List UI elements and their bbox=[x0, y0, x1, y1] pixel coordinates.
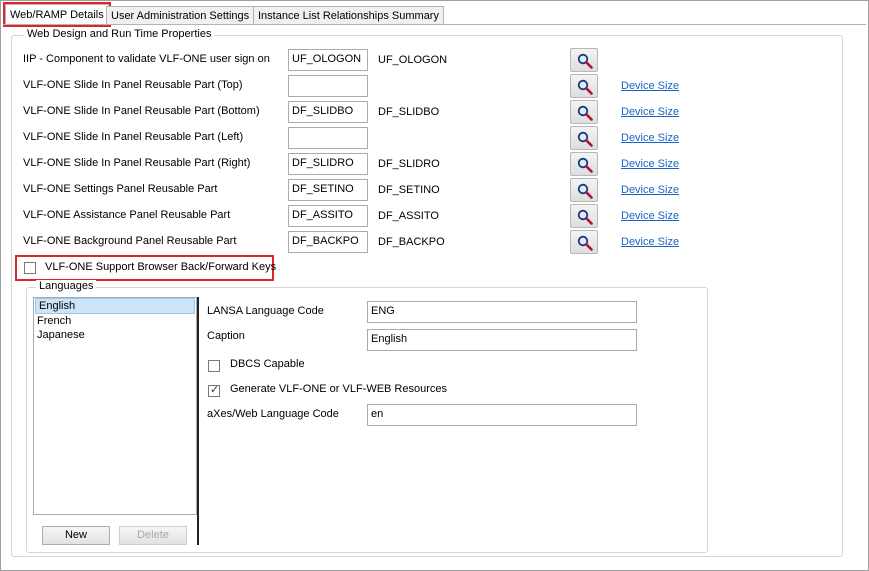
property-label: VLF-ONE Slide In Panel Reusable Part (Ri… bbox=[23, 157, 251, 169]
property-label: VLF-ONE Slide In Panel Reusable Part (Bo… bbox=[23, 105, 260, 117]
device-size-link[interactable]: Device Size bbox=[621, 132, 679, 144]
language-item-english[interactable]: English bbox=[35, 298, 195, 314]
device-size-link[interactable]: Device Size bbox=[621, 106, 679, 118]
lookup-button[interactable] bbox=[570, 230, 598, 254]
property-label: VLF-ONE Assistance Panel Reusable Part bbox=[23, 209, 231, 221]
generate-resources-checkbox[interactable] bbox=[208, 383, 220, 397]
device-size-link[interactable]: Device Size bbox=[621, 80, 679, 92]
lookup-button[interactable] bbox=[570, 204, 598, 228]
property-field[interactable]: UF_OLOGON bbox=[288, 49, 368, 71]
language-item-french[interactable]: French bbox=[34, 314, 196, 328]
window-frame: Web/RAMP Details User Administration Set… bbox=[0, 0, 869, 571]
device-size-link[interactable]: Device Size bbox=[621, 236, 679, 248]
languages-group-title: Languages bbox=[36, 280, 97, 292]
pane-splitter[interactable] bbox=[197, 297, 199, 545]
lookup-button[interactable] bbox=[570, 178, 598, 202]
language-item-japanese[interactable]: Japanese bbox=[34, 328, 196, 342]
tab-instance-list-relationships-summary[interactable]: Instance List Relationships Summary bbox=[253, 6, 444, 25]
lookup-button[interactable] bbox=[570, 48, 598, 72]
property-resolved-value: DF_SLIDBO bbox=[378, 106, 440, 118]
caption-label: Caption bbox=[207, 330, 245, 342]
browser-keys-label: VLF-ONE Support Browser Back/Forward Key… bbox=[45, 261, 277, 273]
tab-user-administration-settings[interactable]: User Administration Settings bbox=[106, 6, 255, 25]
property-field[interactable]: DF_ASSITO bbox=[288, 205, 368, 227]
device-size-link[interactable]: Device Size bbox=[621, 184, 679, 196]
property-field[interactable]: DF_BACKPO bbox=[288, 231, 368, 253]
caption-field[interactable]: English bbox=[367, 329, 637, 351]
browser-keys-checkbox[interactable] bbox=[24, 262, 36, 274]
languages-list[interactable]: English French Japanese bbox=[33, 297, 197, 515]
new-language-button[interactable]: New bbox=[42, 526, 110, 545]
property-resolved-value: DF_SLIDRO bbox=[378, 158, 440, 170]
device-size-link[interactable]: Device Size bbox=[621, 210, 679, 222]
property-field[interactable] bbox=[288, 75, 368, 97]
lookup-button[interactable] bbox=[570, 100, 598, 124]
web-design-group-title: Web Design and Run Time Properties bbox=[24, 28, 215, 40]
lookup-button[interactable] bbox=[570, 152, 598, 176]
device-size-link[interactable]: Device Size bbox=[621, 158, 679, 170]
lansa-code-field[interactable]: ENG bbox=[367, 301, 637, 323]
lansa-code-label: LANSA Language Code bbox=[207, 305, 324, 317]
dbcs-checkbox[interactable] bbox=[208, 360, 220, 372]
property-resolved-value: DF_SETINO bbox=[378, 184, 440, 196]
delete-language-button[interactable]: Delete bbox=[119, 526, 187, 545]
browser-keys-row[interactable]: VLF-ONE Support Browser Back/Forward Key… bbox=[15, 255, 276, 281]
property-label: VLF-ONE Slide In Panel Reusable Part (To… bbox=[23, 79, 243, 91]
property-label: VLF-ONE Settings Panel Reusable Part bbox=[23, 183, 218, 195]
axes-code-field[interactable]: en bbox=[367, 404, 637, 426]
property-field[interactable]: DF_SETINO bbox=[288, 179, 368, 201]
property-resolved-value: DF_BACKPO bbox=[378, 236, 445, 248]
property-field[interactable]: DF_SLIDRO bbox=[288, 153, 368, 175]
property-label: VLF-ONE Slide In Panel Reusable Part (Le… bbox=[23, 131, 244, 143]
lookup-button[interactable] bbox=[570, 126, 598, 150]
lookup-button[interactable] bbox=[570, 74, 598, 98]
generate-resources-label: Generate VLF-ONE or VLF-WEB Resources bbox=[230, 383, 448, 395]
dbcs-label: DBCS Capable bbox=[230, 358, 305, 370]
axes-code-label: aXes/Web Language Code bbox=[207, 408, 339, 420]
tab-divider bbox=[3, 24, 866, 25]
property-label: IIP - Component to validate VLF-ONE user… bbox=[23, 53, 270, 65]
property-field[interactable]: DF_SLIDBO bbox=[288, 101, 368, 123]
property-resolved-value: DF_ASSITO bbox=[378, 210, 439, 222]
property-resolved-value: UF_OLOGON bbox=[378, 54, 448, 66]
property-field[interactable] bbox=[288, 127, 368, 149]
tab-web-ramp-details[interactable]: Web/RAMP Details bbox=[3, 2, 111, 27]
property-label: VLF-ONE Background Panel Reusable Part bbox=[23, 235, 237, 247]
